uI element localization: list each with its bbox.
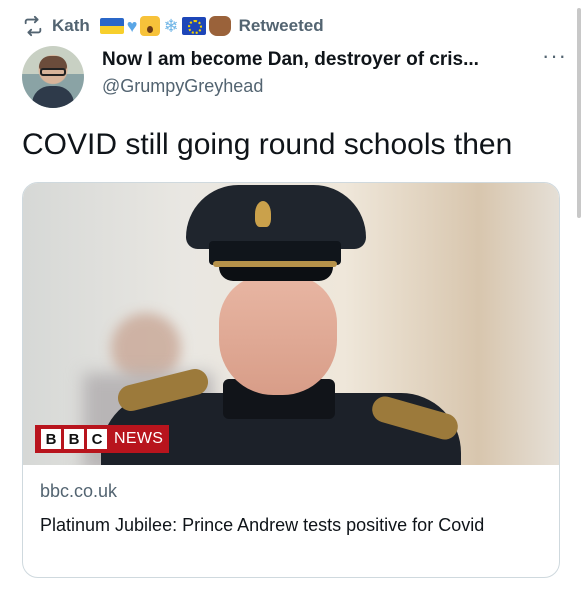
author-display-name[interactable]: Now I am become Dan, destroyer of cris..… — [102, 49, 479, 71]
eu-flag-icon — [181, 17, 206, 35]
avatar[interactable] — [22, 46, 84, 108]
tweet-text: COVID still going round schools then — [22, 128, 513, 161]
retweeter-name[interactable]: Kath — [52, 16, 90, 36]
snowflake-icon: ❄ — [163, 16, 179, 36]
retweeted-label: Retweeted — [238, 16, 324, 35]
card-headline: Platinum Jubilee: Prince Andrew tests po… — [40, 515, 485, 535]
raised-fist-icon — [208, 16, 231, 36]
card-domain: bbc.co.uk — [40, 481, 118, 501]
retweet-icon — [22, 15, 44, 37]
blue-heart-icon: ♥ — [126, 16, 138, 36]
more-options-icon[interactable]: ··· — [542, 45, 567, 67]
scrollbar[interactable] — [577, 8, 581, 218]
retweeter-emoji: ♥ ❄ — [99, 16, 231, 36]
card-image[interactable]: B B C NEWS — [23, 183, 559, 465]
tweet-header: Now I am become Dan, destroyer of cris..… — [22, 45, 567, 108]
card-meta[interactable]: bbc.co.uk Platinum Jubilee: Prince Andre… — [23, 465, 559, 538]
ukraine-flag-icon — [99, 18, 124, 34]
screaming-face-icon — [140, 16, 161, 36]
bbc-letter: B — [41, 429, 61, 449]
link-card[interactable]: B B C NEWS bbc.co.uk Platinum Jubilee: P… — [22, 182, 560, 578]
bbc-letter: B — [64, 429, 84, 449]
bbc-letter: C — [87, 429, 107, 449]
author-handle[interactable]: @GrumpyGreyhead — [102, 76, 263, 97]
retweet-row: Kath ♥ ❄ Retweeted — [22, 12, 324, 40]
bbc-news-label: NEWS — [114, 430, 164, 447]
bbc-news-logo: B B C NEWS — [35, 425, 170, 453]
